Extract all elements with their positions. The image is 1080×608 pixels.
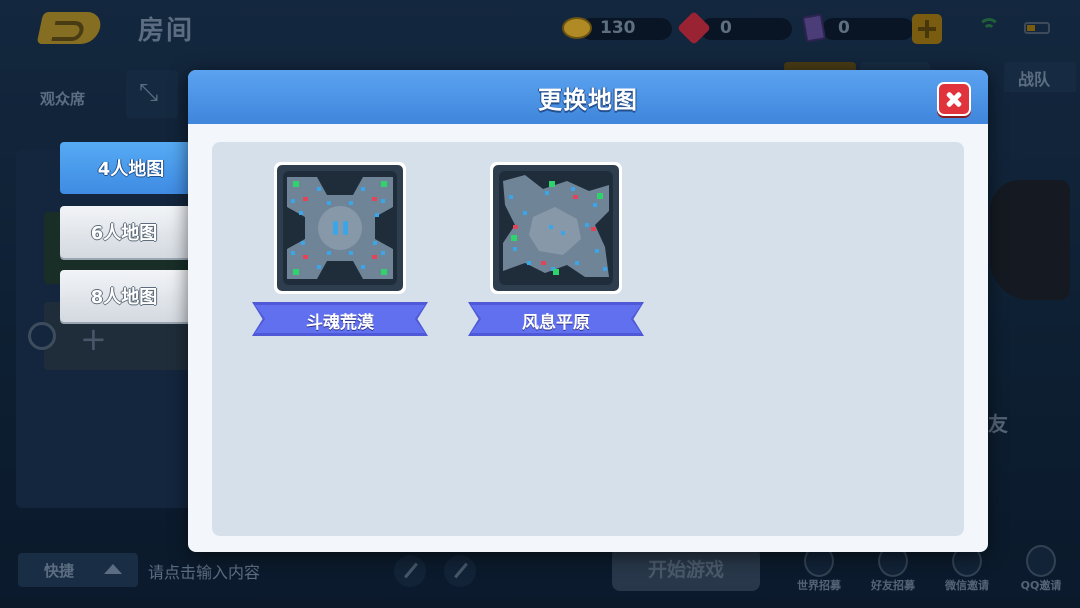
map-thumbnail (274, 162, 406, 294)
tab-8-player-maps[interactable]: 8人地图 (60, 270, 188, 322)
map-card-2[interactable]: 风息平原 (468, 162, 644, 338)
map-preview-icon (499, 171, 613, 285)
tab-4-player-maps[interactable]: 4人地图 (60, 142, 212, 194)
map-card-1[interactable]: 斗魂荒漠 (252, 162, 428, 338)
tab-6-player-maps[interactable]: 6人地图 (60, 206, 188, 258)
coin-icon (562, 17, 592, 39)
map-name-ribbon: 斗魂荒漠 (252, 302, 428, 336)
map-name-ribbon: 风息平原 (468, 302, 644, 336)
map-name: 风息平原 (522, 313, 590, 333)
card-icon (801, 13, 827, 43)
change-map-dialog: 更换地图 斗魂荒漠 风息平原 (188, 70, 988, 552)
dialog-header: 更换地图 (188, 70, 988, 124)
map-preview-icon (283, 171, 397, 285)
dialog-title: 更换地图 (538, 86, 638, 114)
map-name: 斗魂荒漠 (306, 313, 374, 333)
close-button[interactable] (937, 82, 971, 116)
map-thumbnail (490, 162, 622, 294)
